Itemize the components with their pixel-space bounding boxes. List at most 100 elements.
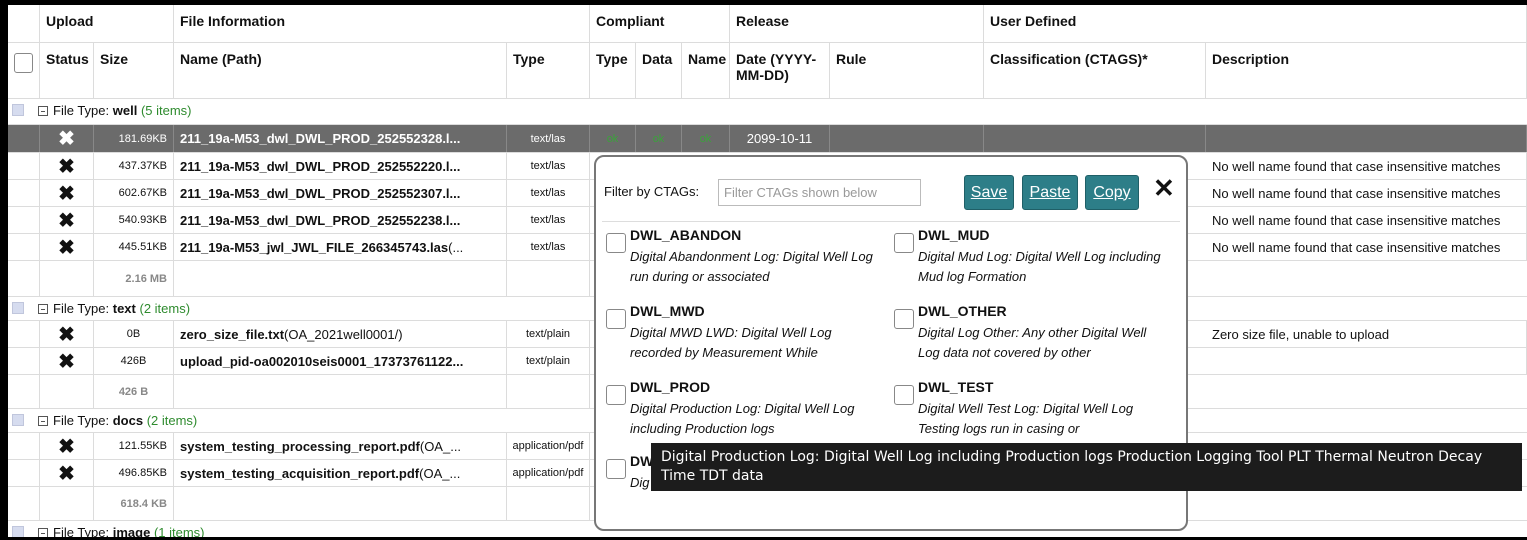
group-row-well[interactable]: File Type: well (5 items) bbox=[8, 99, 1527, 125]
blank bbox=[8, 261, 40, 296]
header-group-row: Upload File Information Compliant Releas… bbox=[8, 5, 1527, 43]
collapse-icon[interactable] bbox=[38, 416, 48, 426]
col-rule[interactable]: Rule bbox=[830, 43, 984, 98]
group-checkbox[interactable] bbox=[12, 302, 24, 314]
group-checkbox[interactable] bbox=[12, 526, 24, 537]
group-checkbox[interactable] bbox=[12, 414, 24, 426]
file-type: text/las bbox=[507, 234, 590, 260]
compliant-data: ok bbox=[636, 125, 682, 152]
ctag-title: DWL_PROD bbox=[630, 379, 711, 395]
classification[interactable] bbox=[984, 125, 1206, 152]
ctag-checkbox[interactable] bbox=[606, 385, 626, 405]
col-type[interactable]: Type bbox=[507, 43, 590, 98]
ctag-description: Digital Production Log: Digital Well Log… bbox=[630, 401, 855, 436]
row-select[interactable] bbox=[8, 180, 40, 206]
col-compliant-type[interactable]: Type bbox=[590, 43, 636, 98]
row-select[interactable] bbox=[8, 207, 40, 233]
col-compliant-name[interactable]: Name bbox=[682, 43, 730, 98]
blank bbox=[174, 261, 507, 296]
status-x-icon: ✖ bbox=[40, 207, 94, 233]
ctag-description: Digital MWD LWD: Digital Well Log record… bbox=[630, 325, 832, 360]
col-description[interactable]: Description bbox=[1206, 43, 1527, 98]
file-type: text/las bbox=[507, 153, 590, 179]
status-x-icon: ✖ bbox=[40, 234, 94, 260]
header-release: Release bbox=[730, 5, 984, 42]
file-type: application/pdf bbox=[507, 460, 590, 486]
status-x-icon: ✖ bbox=[40, 125, 94, 152]
release-rule[interactable] bbox=[830, 125, 984, 152]
collapse-icon[interactable] bbox=[38, 304, 48, 314]
description: No well name found that case insensitive… bbox=[1206, 207, 1527, 233]
row-select[interactable] bbox=[8, 125, 40, 152]
col-size[interactable]: Size bbox=[94, 43, 174, 98]
ctag-checkbox[interactable] bbox=[606, 309, 626, 329]
close-icon[interactable]: ✕ bbox=[1153, 175, 1175, 201]
save-button[interactable]: Save bbox=[964, 175, 1014, 210]
col-status[interactable]: Status bbox=[40, 43, 94, 98]
release-date[interactable]: 2099-10-11 bbox=[730, 125, 830, 152]
ctag-description: Digital Mud Log: Digital Well Log includ… bbox=[918, 249, 1161, 284]
row-select[interactable] bbox=[8, 433, 40, 459]
blank bbox=[8, 375, 40, 408]
collapse-icon[interactable] bbox=[38, 106, 48, 116]
ctag-checkbox[interactable] bbox=[606, 233, 626, 253]
col-name[interactable]: Name (Path) bbox=[174, 43, 507, 98]
file-type: text/plain bbox=[507, 348, 590, 374]
group-label: File Type: image (1 items) bbox=[38, 525, 205, 537]
description: No well name found that case insensitive… bbox=[1206, 234, 1527, 260]
ctag-title: DWL_ABANDON bbox=[630, 227, 742, 243]
file-type: application/pdf bbox=[507, 433, 590, 459]
description bbox=[1206, 125, 1527, 152]
file-type: text/las bbox=[507, 180, 590, 206]
blank bbox=[507, 487, 590, 520]
ctag-checkbox[interactable] bbox=[894, 385, 914, 405]
collapse-icon[interactable] bbox=[38, 528, 48, 537]
file-size: 445.51KB bbox=[94, 234, 174, 260]
header-compliant: Compliant bbox=[590, 5, 730, 42]
ctag-checkbox[interactable] bbox=[894, 233, 914, 253]
copy-button[interactable]: Copy bbox=[1085, 175, 1139, 210]
row-select[interactable] bbox=[8, 153, 40, 179]
ctag-description: Digital Well Test Log: Digital Well Log … bbox=[918, 401, 1134, 436]
file-name: upload_pid-oa002010seis0001_17373761122.… bbox=[174, 348, 507, 374]
blank bbox=[40, 487, 94, 520]
header-upload: Upload bbox=[40, 5, 174, 42]
ctag-checkbox[interactable] bbox=[894, 309, 914, 329]
col-compliant-data[interactable]: Data bbox=[636, 43, 682, 98]
row-select[interactable] bbox=[8, 234, 40, 260]
paste-button[interactable]: Paste bbox=[1022, 175, 1078, 210]
ctag-title: DWL_MWD bbox=[630, 303, 705, 319]
description: No well name found that case insensitive… bbox=[1206, 180, 1527, 206]
filter-label: Filter by CTAGs: bbox=[604, 184, 700, 199]
ctag-checkbox[interactable] bbox=[606, 459, 626, 479]
file-size: 437.37KB bbox=[94, 153, 174, 179]
file-size: 602.67KB bbox=[94, 180, 174, 206]
table-row[interactable]: ✖ 181.69KB 211_19a-M53_dwl_DWL_PROD_2525… bbox=[8, 125, 1527, 153]
blank bbox=[507, 261, 590, 296]
file-name: zero_size_file.txt (OA_2021well0001/) bbox=[174, 321, 507, 347]
file-name: system_testing_processing_report.pdf (OA… bbox=[174, 433, 507, 459]
row-select[interactable] bbox=[8, 321, 40, 347]
status-x-icon: ✖ bbox=[40, 460, 94, 486]
select-all-checkbox[interactable] bbox=[14, 53, 33, 73]
group-total-size: 618.4 KB bbox=[94, 487, 174, 520]
file-name: 211_19a-M53_dwl_DWL_PROD_252552220.l... bbox=[174, 153, 507, 179]
blank bbox=[174, 375, 507, 408]
ctag-filter-input[interactable] bbox=[718, 179, 921, 206]
row-select[interactable] bbox=[8, 460, 40, 486]
ctag-tooltip: Digital Production Log: Digital Well Log… bbox=[651, 443, 1522, 491]
file-size: 181.69KB bbox=[94, 125, 174, 152]
row-select[interactable] bbox=[8, 348, 40, 374]
description: No well name found that case insensitive… bbox=[1206, 153, 1527, 179]
file-name: 211_19a-M53_dwl_DWL_PROD_252552238.l... bbox=[174, 207, 507, 233]
file-size: 496.85KB bbox=[94, 460, 174, 486]
status-x-icon: ✖ bbox=[40, 153, 94, 179]
group-label: File Type: docs (2 items) bbox=[38, 413, 197, 428]
blank bbox=[40, 375, 94, 408]
header-user-defined: User Defined bbox=[984, 5, 1527, 42]
col-classification[interactable]: Classification (CTAGS)* bbox=[984, 43, 1206, 98]
group-label: File Type: text (2 items) bbox=[38, 301, 190, 316]
upload-table: Upload File Information Compliant Releas… bbox=[8, 5, 1527, 537]
col-date[interactable]: Date (YYYY-MM-DD) bbox=[730, 43, 830, 98]
group-checkbox[interactable] bbox=[12, 104, 24, 116]
